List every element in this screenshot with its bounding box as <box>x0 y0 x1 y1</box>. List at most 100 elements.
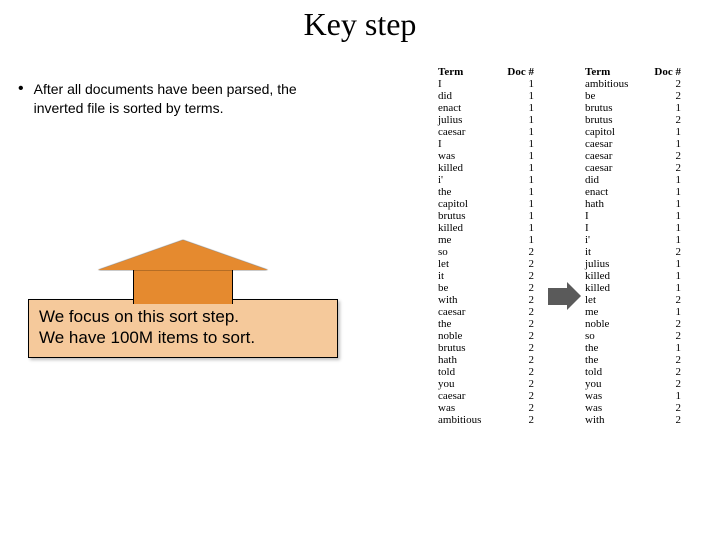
doc-cell: 2 <box>500 366 540 378</box>
table-row: let2 <box>585 294 687 306</box>
table-row: caesar2 <box>438 390 540 402</box>
term-cell: I <box>585 210 647 222</box>
table-row: told2 <box>438 366 540 378</box>
doc-cell: 1 <box>500 162 540 174</box>
table-row: killed1 <box>438 162 540 174</box>
doc-cell: 2 <box>500 258 540 270</box>
table-row: hath2 <box>438 354 540 366</box>
term-cell: killed <box>438 162 500 174</box>
doc-cell: 1 <box>500 126 540 138</box>
table-row: be2 <box>438 282 540 294</box>
focus-group: We focus on this sort step. We have 100M… <box>28 240 338 358</box>
doc-cell: 1 <box>500 102 540 114</box>
term-cell: the <box>585 342 647 354</box>
doc-cell: 1 <box>500 150 540 162</box>
header-term: Term <box>438 66 500 78</box>
table-row: brutus2 <box>438 342 540 354</box>
table-row: i'1 <box>585 234 687 246</box>
term-cell: I <box>438 138 500 150</box>
term-cell: I <box>438 78 500 90</box>
bullet-text: After all documents have been parsed, th… <box>34 80 318 118</box>
term-cell: hath <box>438 354 500 366</box>
term-cell: noble <box>585 318 647 330</box>
doc-cell: 2 <box>500 414 540 426</box>
doc-cell: 1 <box>500 198 540 210</box>
unsorted-rows: I1did1enact1julius1caesar1I1was1killed1i… <box>438 78 540 426</box>
table-row: with2 <box>585 414 687 426</box>
header-doc: Doc # <box>647 66 687 78</box>
term-cell: capitol <box>438 198 500 210</box>
table-row: did1 <box>585 174 687 186</box>
term-cell: brutus <box>438 342 500 354</box>
term-cell: brutus <box>438 210 500 222</box>
table-row: julius1 <box>438 114 540 126</box>
table-row: enact1 <box>585 186 687 198</box>
term-cell: was <box>438 402 500 414</box>
doc-cell: 2 <box>500 354 540 366</box>
term-cell: me <box>585 306 647 318</box>
table-row: it2 <box>585 246 687 258</box>
table-row: hath1 <box>585 198 687 210</box>
term-cell: it <box>585 246 647 258</box>
doc-cell: 1 <box>647 390 687 402</box>
table-row: killed1 <box>585 270 687 282</box>
table-row: caesar1 <box>438 126 540 138</box>
term-cell: julius <box>585 258 647 270</box>
doc-cell: 1 <box>500 186 540 198</box>
table-row: brutus1 <box>438 210 540 222</box>
table-row: killed1 <box>585 282 687 294</box>
term-cell: caesar <box>585 162 647 174</box>
doc-cell: 1 <box>647 222 687 234</box>
term-cell: caesar <box>438 390 500 402</box>
doc-cell: 2 <box>500 318 540 330</box>
term-cell: killed <box>438 222 500 234</box>
term-cell: told <box>585 366 647 378</box>
doc-cell: 2 <box>647 162 687 174</box>
table-row: ambitious2 <box>585 78 687 90</box>
doc-cell: 2 <box>647 114 687 126</box>
table-row: was1 <box>585 390 687 402</box>
doc-cell: 2 <box>500 342 540 354</box>
doc-cell: 2 <box>647 294 687 306</box>
doc-cell: 2 <box>500 294 540 306</box>
doc-cell: 1 <box>500 138 540 150</box>
term-cell: you <box>585 378 647 390</box>
doc-cell: 1 <box>647 174 687 186</box>
doc-cell: 2 <box>647 330 687 342</box>
doc-cell: 2 <box>647 318 687 330</box>
table-row: ambitious2 <box>438 414 540 426</box>
doc-cell: 1 <box>500 210 540 222</box>
term-cell: with <box>585 414 647 426</box>
table-row: I1 <box>438 138 540 150</box>
term-cell: did <box>585 174 647 186</box>
term-cell: I <box>585 222 647 234</box>
doc-cell: 1 <box>647 282 687 294</box>
term-cell: was <box>438 150 500 162</box>
table-row: capitol1 <box>585 126 687 138</box>
doc-cell: 2 <box>647 366 687 378</box>
term-cell: me <box>438 234 500 246</box>
doc-cell: 1 <box>647 138 687 150</box>
table-row: the1 <box>438 186 540 198</box>
doc-cell: 2 <box>647 78 687 90</box>
focus-line-2: We have 100M items to sort. <box>39 327 327 348</box>
term-cell: i' <box>438 174 500 186</box>
term-cell: with <box>438 294 500 306</box>
bullet-dot: • <box>18 81 24 118</box>
term-cell: caesar <box>438 126 500 138</box>
term-cell: noble <box>438 330 500 342</box>
term-cell: brutus <box>585 102 647 114</box>
table-row: me1 <box>438 234 540 246</box>
doc-cell: 2 <box>647 378 687 390</box>
doc-cell: 2 <box>647 354 687 366</box>
unsorted-table: Term Doc # I1did1enact1julius1caesar1I1w… <box>438 66 540 426</box>
table-row: I1 <box>585 210 687 222</box>
term-cell: you <box>438 378 500 390</box>
doc-cell: 1 <box>647 306 687 318</box>
term-cell: let <box>585 294 647 306</box>
doc-cell: 1 <box>647 198 687 210</box>
doc-cell: 1 <box>500 78 540 90</box>
doc-cell: 2 <box>647 414 687 426</box>
doc-cell: 2 <box>647 90 687 102</box>
doc-cell: 2 <box>500 330 540 342</box>
